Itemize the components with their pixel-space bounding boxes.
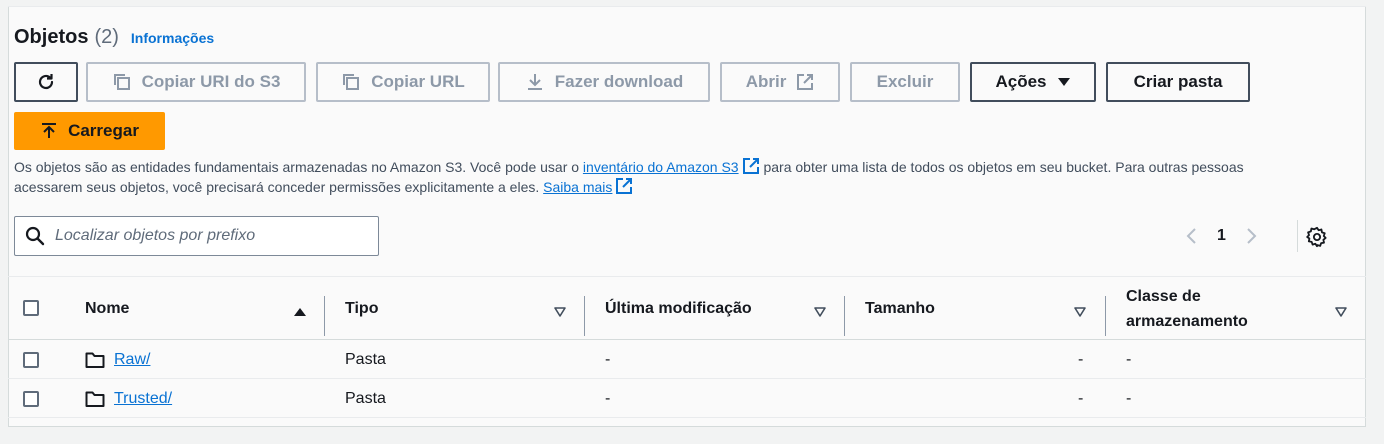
open-button[interactable]: Abrir	[720, 62, 840, 102]
column-header-last-modified[interactable]: Última modificação	[605, 277, 752, 341]
objects-table: Nome Tipo Última modificação Tamanho Cla…	[8, 276, 1366, 418]
column-header-name[interactable]: Nome	[85, 277, 129, 341]
table-row: Trusted/ Pasta - - -	[8, 379, 1366, 418]
copy-url-button[interactable]: Copiar URL	[316, 62, 490, 102]
page-title: Objetos	[14, 26, 89, 48]
table-header: Nome Tipo Última modificação Tamanho Cla…	[8, 276, 1366, 340]
select-all-checkbox[interactable]	[23, 300, 39, 316]
download-button[interactable]: Fazer download	[498, 62, 710, 102]
storage-class-line-1: Classe de	[1126, 288, 1201, 305]
storage-class-line-2: armazenamento	[1126, 313, 1248, 330]
search-box	[14, 216, 379, 256]
pagination-divider	[1297, 220, 1298, 252]
storage-class-cell: -	[1126, 350, 1132, 368]
object-name-link[interactable]: Trusted/	[114, 390, 172, 408]
search-icon	[25, 226, 45, 246]
storage-class-cell: -	[1126, 389, 1132, 407]
search-input[interactable]	[55, 227, 355, 245]
description-text-1: Os objetos são as entidades fundamentais…	[14, 159, 583, 175]
upload-label: Carregar	[68, 121, 139, 140]
type-cell: Pasta	[345, 389, 386, 407]
external-link-icon	[616, 178, 633, 194]
refresh-icon	[38, 74, 54, 90]
gear-icon[interactable]	[1306, 226, 1328, 248]
name-cell: Raw/	[85, 340, 150, 379]
download-icon	[527, 74, 542, 90]
chevron-left-icon[interactable]	[1185, 227, 1197, 245]
folder-icon	[85, 391, 105, 407]
current-page[interactable]: 1	[1217, 227, 1226, 245]
delete-button[interactable]: Excluir	[850, 62, 960, 102]
sort-icon[interactable]	[814, 307, 826, 317]
row-checkbox[interactable]	[23, 391, 39, 407]
create-folder-label: Criar pasta	[1133, 72, 1223, 91]
copy-s3-uri-label: Copiar URI do S3	[141, 72, 281, 91]
object-count: (2)	[94, 26, 119, 48]
info-link[interactable]: Informações	[131, 30, 214, 46]
external-link-icon	[797, 74, 814, 90]
object-name-link[interactable]: Raw/	[114, 351, 150, 369]
sort-icon[interactable]	[554, 307, 566, 317]
name-cell: Trusted/	[85, 379, 172, 418]
table-row: Raw/ Pasta - - -	[8, 340, 1366, 379]
copy-url-label: Copiar URL	[371, 72, 465, 91]
column-header-size[interactable]: Tamanho	[865, 277, 935, 341]
column-separator[interactable]	[1105, 296, 1106, 336]
objects-header: Objetos (2) Informações	[14, 26, 214, 49]
column-separator[interactable]	[324, 296, 325, 336]
actions-dropdown[interactable]: Ações	[970, 62, 1096, 102]
column-separator[interactable]	[584, 296, 585, 336]
sort-icon[interactable]	[1074, 307, 1086, 317]
caret-down-icon	[1057, 78, 1070, 86]
folder-icon	[85, 352, 105, 368]
upload-button[interactable]: Carregar	[14, 112, 165, 150]
external-link-icon	[742, 158, 759, 174]
copy-icon	[343, 74, 360, 90]
delete-label: Excluir	[876, 72, 934, 91]
actions-label: Ações	[995, 72, 1047, 91]
modified-cell: -	[605, 389, 611, 407]
size-cell: -	[1078, 389, 1084, 407]
upload-icon	[42, 123, 57, 138]
sort-ascending-icon[interactable]	[293, 307, 307, 317]
column-separator[interactable]	[844, 296, 845, 336]
chevron-right-icon[interactable]	[1246, 227, 1258, 245]
size-cell: -	[1078, 350, 1084, 368]
learn-more-link[interactable]: Saiba mais	[543, 179, 612, 195]
type-cell: Pasta	[345, 350, 386, 368]
row-checkbox[interactable]	[23, 352, 39, 368]
pagination: 1	[1185, 224, 1258, 248]
download-label: Fazer download	[554, 72, 684, 91]
copy-s3-uri-button[interactable]: Copiar URI do S3	[86, 62, 306, 102]
create-folder-button[interactable]: Criar pasta	[1106, 62, 1250, 102]
objects-description: Os objetos são as entidades fundamentais…	[14, 157, 1304, 197]
copy-icon	[113, 74, 130, 90]
column-header-type[interactable]: Tipo	[345, 277, 378, 341]
column-header-storage-class[interactable]: Classe de armazenamento	[1126, 277, 1248, 341]
s3-inventory-link[interactable]: inventário do Amazon S3	[583, 159, 739, 175]
open-label: Abrir	[745, 72, 787, 91]
refresh-button[interactable]	[14, 62, 78, 102]
sort-icon[interactable]	[1335, 307, 1347, 317]
modified-cell: -	[605, 350, 611, 368]
